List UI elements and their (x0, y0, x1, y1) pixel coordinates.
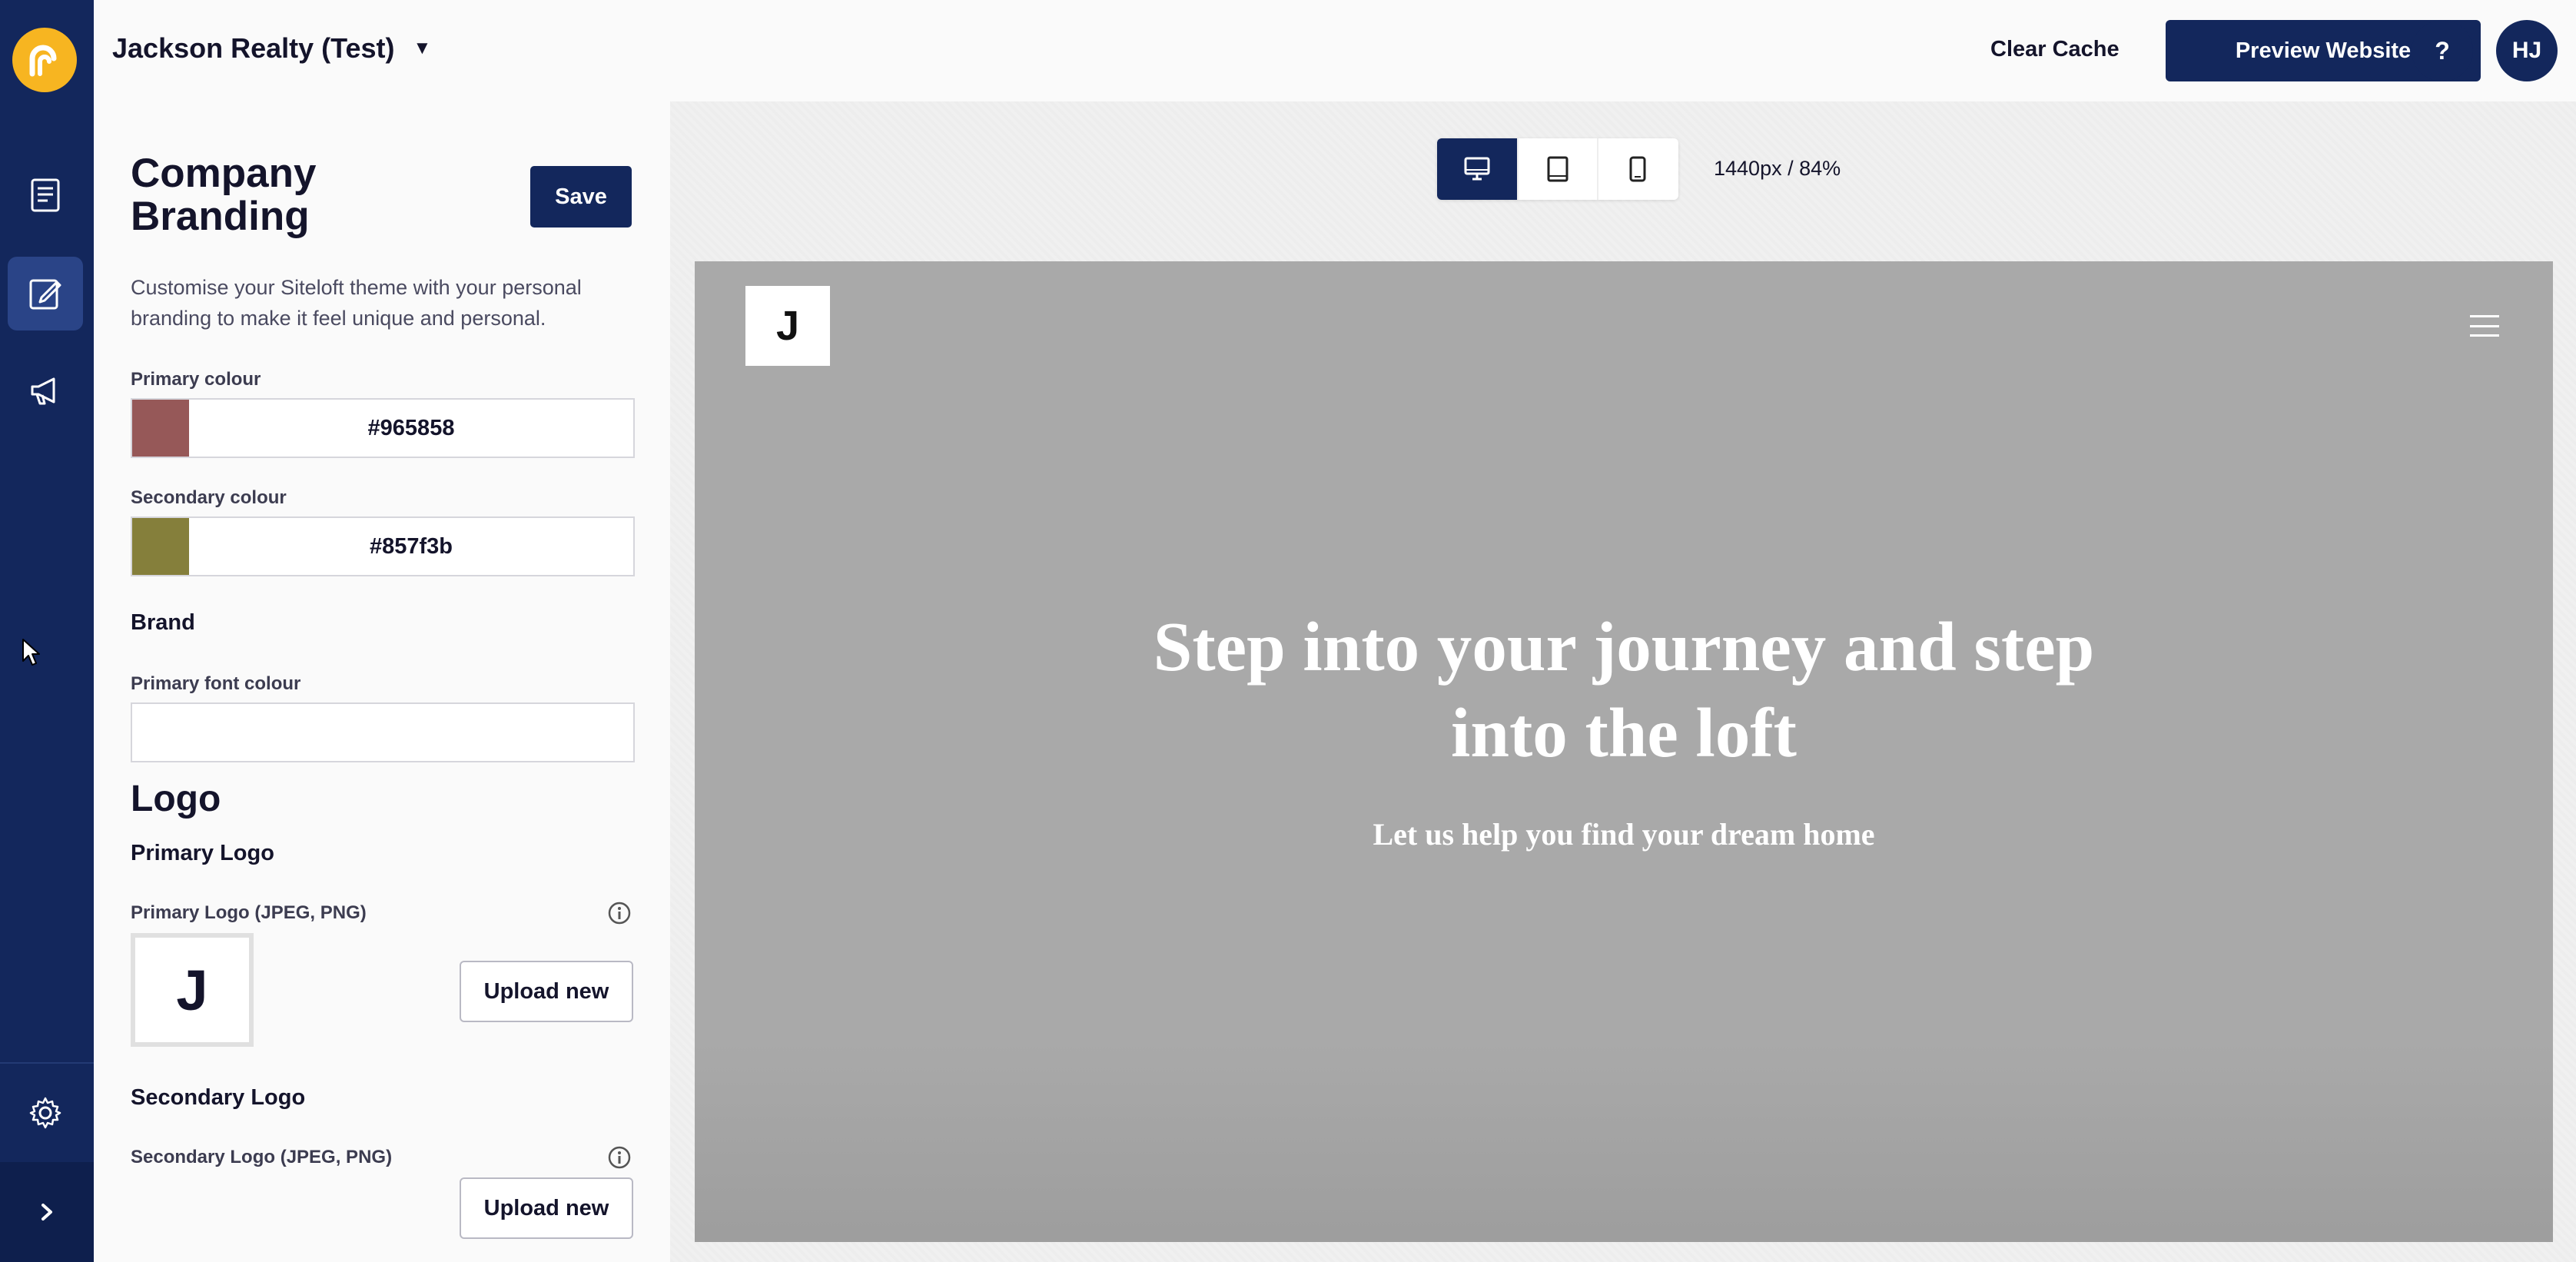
rail-divider (0, 1062, 94, 1064)
primary-colour-swatch[interactable] (132, 400, 189, 457)
secondary-colour-value[interactable]: #857f3b (189, 534, 633, 560)
hero-title-line-2: into the loft (1451, 694, 1797, 772)
primary-font-colour-label: Primary font colour (131, 673, 301, 694)
user-avatar[interactable]: HJ (2496, 20, 2558, 81)
site-selector[interactable]: Jackson Realty (Test) ▼ (112, 32, 431, 65)
secondary-colour-swatch[interactable] (132, 518, 189, 575)
preview-bottom-fade (695, 1042, 2553, 1242)
upload-secondary-logo-button[interactable]: Upload new (460, 1177, 633, 1239)
device-switcher (1437, 138, 1678, 200)
mouse-cursor-icon (22, 639, 40, 666)
branding-panel: Company Branding Save Customise your Sit… (94, 101, 670, 1262)
sidebar-item-pages[interactable] (8, 158, 83, 232)
logo-heading: Logo (131, 779, 221, 819)
primary-colour-label: Primary colour (131, 369, 261, 390)
mobile-view-button[interactable] (1597, 138, 1677, 200)
info-icon[interactable] (607, 901, 632, 925)
primary-colour-value[interactable]: #965858 (189, 416, 633, 441)
primary-colour-field[interactable]: #965858 (131, 398, 635, 458)
siteloft-logo-icon (29, 45, 57, 77)
website-preview[interactable]: J Step into your journey and step into t… (695, 261, 2553, 1242)
secondary-colour-label: Secondary colour (131, 487, 287, 508)
upload-primary-logo-button[interactable]: Upload new (460, 961, 633, 1022)
help-button[interactable]: ? (2412, 20, 2473, 81)
edit-design-icon (29, 279, 61, 310)
secondary-logo-field-label: Secondary Logo (JPEG, PNG) (131, 1147, 393, 1167)
primary-logo-field-label: Primary Logo (JPEG, PNG) (131, 902, 367, 923)
desktop-icon (1464, 157, 1490, 181)
caret-down-icon: ▼ (413, 38, 432, 58)
preview-site-logo[interactable]: J (745, 286, 830, 366)
desktop-view-button[interactable] (1437, 138, 1517, 200)
expand-sidebar-button[interactable] (0, 1162, 94, 1262)
pages-icon (31, 178, 60, 212)
sidebar-item-settings[interactable] (8, 1076, 83, 1150)
mobile-icon (1629, 156, 1646, 182)
sidebar-item-marketing[interactable] (8, 354, 83, 427)
sidebar-item-design[interactable] (8, 257, 83, 330)
left-nav-rail (0, 0, 94, 1262)
clear-cache-button[interactable]: Clear Cache (1990, 37, 2120, 62)
hero-subtitle: Let us help you find your dream home (1373, 817, 1875, 852)
app-logo[interactable] (12, 28, 77, 92)
hamburger-menu-icon[interactable] (2470, 315, 2499, 337)
secondary-colour-field[interactable]: #857f3b (131, 516, 635, 576)
brand-heading: Brand (131, 610, 195, 635)
page-title: Company Branding (131, 151, 317, 239)
chevron-right-icon (41, 1204, 52, 1220)
viewport-size-label: 1440px / 84% (1714, 157, 1841, 180)
primary-logo-heading: Primary Logo (131, 841, 274, 865)
hero-title-line-1: Step into your journey and step (1153, 608, 2095, 686)
secondary-logo-heading: Secondary Logo (131, 1085, 306, 1110)
megaphone-icon (31, 377, 55, 405)
primary-logo-preview: J (131, 933, 254, 1047)
info-icon[interactable] (607, 1145, 632, 1170)
site-name-label: Jackson Realty (Test) (112, 32, 395, 64)
panel-description: Customise your Siteloft theme with your … (131, 276, 582, 330)
top-bar: Jackson Realty (Test) ▼ Clear Cache Prev… (94, 0, 2576, 101)
hero-title: Step into your journey and step into the… (695, 604, 2553, 776)
gear-icon (29, 1097, 61, 1129)
tablet-icon (1547, 156, 1569, 182)
tablet-view-button[interactable] (1517, 138, 1597, 200)
primary-font-colour-field[interactable] (131, 702, 635, 762)
save-button[interactable]: Save (530, 166, 632, 227)
